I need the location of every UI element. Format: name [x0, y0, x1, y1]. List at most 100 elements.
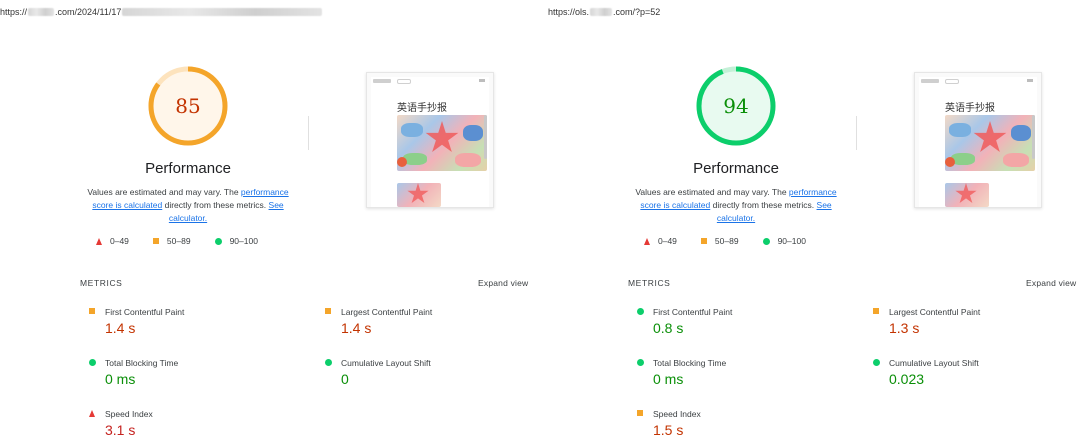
thumbnail-menu-icon: [1027, 79, 1033, 82]
thumbnail-image-2: [397, 183, 441, 207]
thumbnail-shape: [455, 153, 481, 167]
legend-label: 0–49: [110, 236, 129, 246]
thumbnail-shape: [949, 123, 971, 137]
thumbnail-shape: [463, 125, 483, 141]
thumbnail-image: [945, 115, 1035, 171]
legend-label: 90–100: [229, 236, 258, 246]
square-icon: [637, 410, 643, 416]
thumbnail-shape: [1003, 153, 1029, 167]
redacted-domain: [28, 8, 55, 16]
metrics-header: METRICS: [628, 278, 671, 288]
performance-title: Performance: [145, 160, 231, 177]
thumbnail-topbar: [921, 79, 939, 83]
circle-icon: [637, 359, 644, 366]
fruit-icon: [397, 157, 407, 167]
divider: [308, 116, 309, 150]
legend-item-average: 50–89: [152, 236, 191, 246]
performance-score: 85: [175, 94, 201, 118]
performance-score-gauge: 94: [694, 64, 778, 148]
thumbnail-topbar: [373, 79, 391, 83]
thumbnail-shape: [1011, 125, 1031, 141]
metric-value: 1.4 s: [105, 320, 136, 336]
thumbnail-page: 英语手抄报: [371, 77, 489, 207]
metric-value: 3.1 s: [105, 422, 136, 438]
star-icon: [407, 183, 429, 204]
performance-score: 94: [723, 94, 749, 118]
report-panel-right: https://ols. .com/?p=52 94 Performance V…: [548, 0, 1080, 448]
metric-value: 0 ms: [653, 371, 684, 387]
metric-label: Speed Index: [653, 409, 701, 419]
expand-view-button[interactable]: Expand view: [1026, 278, 1076, 288]
square-icon: [700, 238, 707, 244]
metric-label: Cumulative Layout Shift: [889, 358, 979, 368]
expand-view-button[interactable]: Expand view: [478, 278, 528, 288]
triangle-icon: [89, 410, 95, 417]
star-icon: [973, 121, 1007, 152]
score-legend: 0–49 50–89 90–100: [644, 236, 806, 246]
metric-value: 0: [341, 371, 349, 387]
metric-value: 1.5 s: [653, 422, 684, 438]
metrics-header: METRICS: [80, 278, 123, 288]
thumbnail-tab: [945, 79, 959, 84]
report-panel-left: https:// .com/2024/11/17 85 Performance …: [0, 0, 540, 448]
score-note: Values are estimated and may vary. The p…: [628, 186, 844, 225]
metric-label: Cumulative Layout Shift: [341, 358, 431, 368]
circle-icon: [325, 359, 332, 366]
divider: [856, 116, 857, 150]
thumbnail-scrollbar: [1032, 115, 1035, 159]
metric-label: Largest Contentful Paint: [889, 307, 981, 317]
star-icon: [955, 183, 977, 204]
legend-item-average: 50–89: [700, 236, 739, 246]
thumbnail-page: 英语手抄报: [919, 77, 1037, 207]
square-icon: [89, 308, 95, 314]
circle-icon: [214, 237, 222, 245]
metric-label: Total Blocking Time: [653, 358, 727, 368]
url-bar[interactable]: https://ols. .com/?p=52: [548, 4, 660, 20]
metric-value: 1.3 s: [889, 320, 920, 336]
url-path: .com/2024/11/17: [55, 7, 122, 17]
note-text-2: directly from these metrics.: [710, 200, 817, 210]
thumbnail-image-2: [945, 183, 989, 207]
page-screenshot-thumbnail[interactable]: 英语手抄报: [914, 72, 1042, 208]
score-note: Values are estimated and may vary. The p…: [80, 186, 296, 225]
metric-label: First Contentful Paint: [653, 307, 733, 317]
metric-value: 1.4 s: [341, 320, 372, 336]
score-legend: 0–49 50–89 90–100: [96, 236, 258, 246]
legend-label: 50–89: [166, 236, 191, 246]
triangle-icon: [644, 237, 650, 245]
note-text-1: Values are estimated and may vary. The: [635, 187, 789, 197]
note-text-1: Values are estimated and may vary. The: [87, 187, 241, 197]
circle-icon: [762, 237, 770, 245]
square-icon: [325, 308, 331, 314]
legend-label: 50–89: [714, 236, 739, 246]
redacted-path: [122, 8, 323, 16]
star-icon: [425, 121, 459, 152]
thumbnail-shape: [401, 123, 423, 137]
thumbnail-tab: [397, 79, 411, 84]
thumbnail-image: [397, 115, 487, 171]
legend-label: 90–100: [777, 236, 806, 246]
legend-item-fail: 0–49: [644, 236, 677, 246]
triangle-icon: [96, 237, 102, 245]
url-bar[interactable]: https:// .com/2024/11/17: [0, 4, 323, 20]
metric-label: First Contentful Paint: [105, 307, 185, 317]
performance-title: Performance: [693, 160, 779, 177]
circle-icon: [873, 359, 880, 366]
legend-label: 0–49: [658, 236, 677, 246]
performance-score-gauge: 85: [146, 64, 230, 148]
url-prefix: https://ols.: [548, 7, 590, 17]
square-icon: [152, 238, 159, 244]
legend-item-pass: 90–100: [214, 236, 258, 246]
fruit-icon: [945, 157, 955, 167]
circle-icon: [637, 308, 644, 315]
page-screenshot-thumbnail[interactable]: 英语手抄报: [366, 72, 494, 208]
thumbnail-scrollbar: [484, 115, 487, 159]
redacted-domain: [590, 8, 613, 16]
note-text-2: directly from these metrics.: [162, 200, 269, 210]
thumbnail-title: 英语手抄报: [945, 103, 995, 114]
metric-value: 0.8 s: [653, 320, 684, 336]
legend-item-fail: 0–49: [96, 236, 129, 246]
legend-item-pass: 90–100: [762, 236, 806, 246]
metric-label: Largest Contentful Paint: [341, 307, 433, 317]
thumbnail-menu-icon: [479, 79, 485, 82]
